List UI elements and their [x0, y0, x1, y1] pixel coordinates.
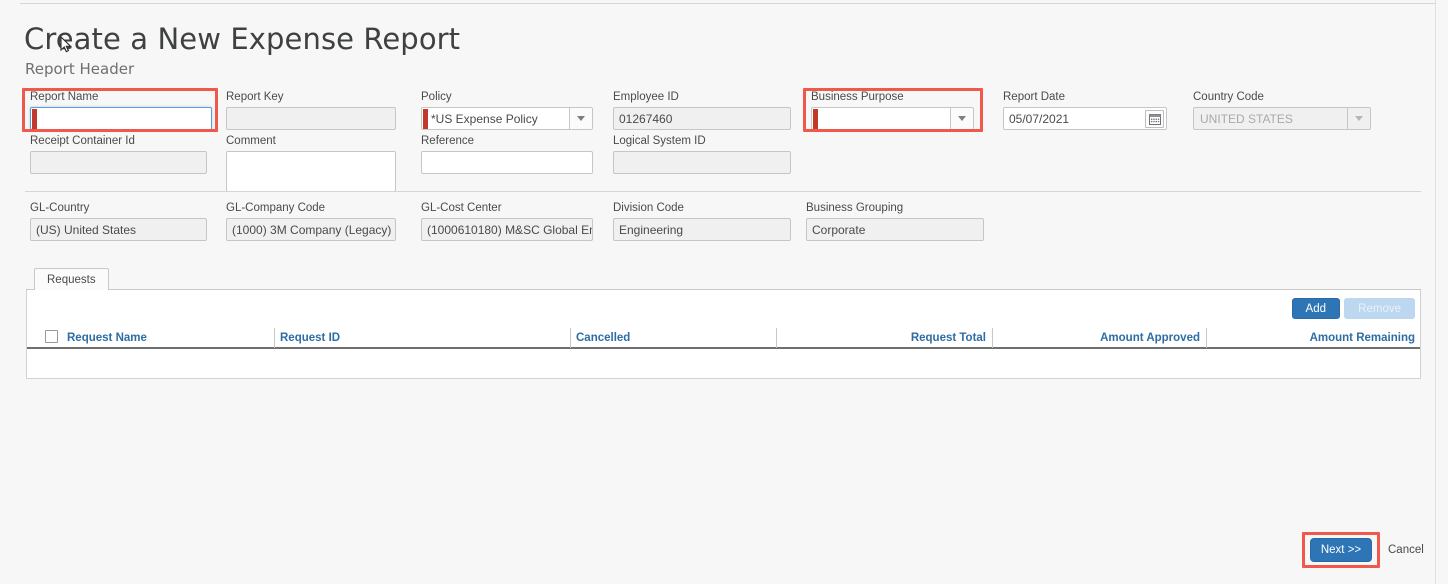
label-employee-id: Employee ID: [613, 91, 679, 103]
label-logical-system-id: Logical System ID: [613, 135, 706, 147]
label-policy: Policy: [421, 91, 452, 103]
field-business-grouping: Business Grouping Corporate: [806, 202, 984, 241]
label-comment: Comment: [226, 135, 276, 147]
country-code-select-value: UNITED STATES: [1200, 111, 1293, 126]
division-code-input: Engineering: [613, 218, 791, 241]
field-gl-cost-center: GL-Cost Center (1000610180) M&SC Global …: [421, 202, 593, 241]
label-gl-cost-center: GL-Cost Center: [421, 202, 502, 214]
remove-button: Remove: [1344, 298, 1415, 319]
report-date-value: 05/07/2021: [1009, 111, 1070, 126]
field-employee-id: Employee ID 01267460: [613, 91, 791, 130]
label-gl-country: GL-Country: [30, 202, 90, 214]
label-receipt-container-id: Receipt Container Id: [30, 135, 135, 147]
grid-body: [27, 349, 1420, 378]
field-report-name: Report Name: [30, 91, 212, 130]
label-report-date: Report Date: [1003, 91, 1066, 103]
comment-textarea[interactable]: [226, 151, 396, 192]
employee-id-input: 01267460: [613, 107, 791, 130]
label-division-code: Division Code: [613, 202, 684, 214]
label-report-name: Report Name: [30, 91, 99, 103]
add-button[interactable]: Add: [1291, 298, 1340, 319]
column-header-request-id[interactable]: Request ID: [280, 326, 340, 349]
column-header-amount-approved[interactable]: Amount Approved: [998, 326, 1204, 349]
field-reference: Reference: [421, 135, 593, 174]
field-country-code: Country Code UNITED STATES: [1193, 91, 1371, 130]
label-report-key: Report Key: [226, 91, 284, 103]
field-receipt-container-id: Receipt Container Id: [30, 135, 207, 174]
chevron-down-icon[interactable]: [950, 108, 973, 129]
chevron-down-icon: [1347, 108, 1370, 129]
gl-company-code-input: (1000) 3M Company (Legacy): [226, 218, 396, 241]
top-divider: [20, 3, 1436, 4]
logical-system-id-input: [613, 151, 791, 174]
policy-select-value: *US Expense Policy: [431, 111, 538, 126]
country-code-select: UNITED STATES: [1193, 107, 1371, 130]
tabstrip: Requests: [26, 268, 1421, 291]
label-reference: Reference: [421, 135, 475, 147]
report-key-input: [226, 107, 396, 130]
business-grouping-input: Corporate: [806, 218, 984, 241]
column-header-request-total[interactable]: Request Total: [782, 326, 990, 349]
page-subtitle: Report Header: [25, 60, 135, 78]
policy-select[interactable]: *US Expense Policy: [421, 107, 593, 130]
field-gl-country: GL-Country (US) United States: [30, 202, 207, 241]
field-division-code: Division Code Engineering: [613, 202, 791, 241]
requests-panel: Add Remove Request Name Request ID Cance…: [26, 290, 1421, 379]
report-name-input[interactable]: [30, 107, 212, 130]
page-content: Create a New Expense Report Report Heade…: [0, 0, 1436, 584]
gl-cost-center-input: (1000610180) M&SC Global Eng Sy: [421, 218, 593, 241]
chevron-down-icon[interactable]: [569, 108, 592, 129]
gl-country-input: (US) United States: [30, 218, 207, 241]
field-business-purpose: Business Purpose: [811, 91, 974, 130]
label-country-code: Country Code: [1193, 91, 1264, 103]
mouse-cursor: [60, 36, 72, 53]
column-header-amount-remaining[interactable]: Amount Remaining: [1212, 326, 1419, 349]
field-logical-system-id: Logical System ID: [613, 135, 791, 174]
field-gl-company-code: GL-Company Code (1000) 3M Company (Legac…: [226, 202, 396, 241]
calendar-icon[interactable]: [1145, 110, 1164, 128]
label-gl-company-code: GL-Company Code: [226, 202, 326, 214]
reference-input[interactable]: [421, 151, 593, 174]
page-title: Create a New Expense Report: [24, 22, 461, 56]
column-header-request-name[interactable]: Request Name: [67, 326, 147, 349]
tab-requests[interactable]: Requests: [34, 268, 109, 291]
field-report-key: Report Key: [226, 91, 396, 130]
report-date-input[interactable]: 05/07/2021: [1003, 107, 1167, 130]
select-all-checkbox[interactable]: [45, 330, 58, 343]
policy-required-marker: [423, 109, 428, 129]
grid-header-row: Request Name Request ID Cancelled Reques…: [27, 326, 1420, 349]
business-purpose-select[interactable]: [811, 107, 974, 130]
next-button[interactable]: Next >>: [1310, 538, 1372, 562]
field-report-date: Report Date 05/07/2021: [1003, 91, 1167, 130]
cancel-link[interactable]: Cancel: [1388, 544, 1424, 556]
field-policy: Policy *US Expense Policy: [421, 91, 593, 130]
column-header-cancelled[interactable]: Cancelled: [576, 326, 630, 349]
field-comment: Comment: [226, 135, 396, 192]
receipt-container-id-input: [30, 151, 207, 174]
label-business-grouping: Business Grouping: [806, 202, 904, 214]
expense-report-page: Create a New Expense Report Report Heade…: [0, 0, 1448, 584]
business-purpose-required-marker: [813, 109, 818, 129]
section-divider: [25, 191, 1421, 192]
label-business-purpose: Business Purpose: [811, 91, 904, 103]
